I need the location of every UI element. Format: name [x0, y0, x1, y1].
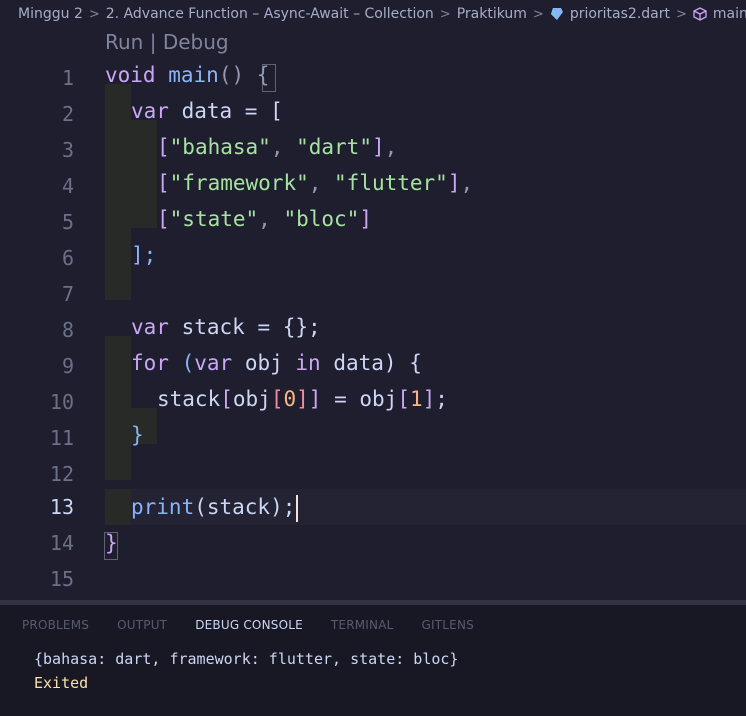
code-line[interactable]: } [131, 417, 144, 453]
code-line[interactable]: ["framework", "flutter"], [157, 165, 473, 201]
code-line-active[interactable]: print(stack); [131, 489, 299, 525]
breadcrumb-file[interactable]: prioritas2.dart [550, 6, 670, 22]
bottom-panel: PROBLEMS OUTPUT DEBUG CONSOLE TERMINAL G… [0, 605, 746, 716]
code-editor[interactable]: Run | Debug 1 2 3 4 5 6 7 8 9 10 11 12 1… [0, 28, 746, 600]
code-line[interactable]: var data = [ [131, 93, 283, 129]
indent-guide [105, 84, 131, 300]
tab-terminal[interactable]: TERMINAL [331, 618, 394, 632]
codelens-run-button[interactable]: Run [105, 30, 143, 54]
code-line[interactable]: var stack = {}; [131, 309, 321, 345]
line-number: 3 [61, 138, 74, 162]
line-number: 7 [61, 282, 74, 306]
tab-output[interactable]: OUTPUT [117, 618, 167, 632]
breadcrumb-separator: > [532, 6, 544, 22]
breadcrumb: Minggu 2 > 2. Advance Function – Async-A… [0, 0, 746, 28]
code-line[interactable]: stack[obj[0]] = obj[1]; [157, 381, 448, 417]
codelens-divider: | [149, 30, 157, 54]
line-number: 12 [49, 462, 74, 486]
code-line[interactable]: void main() { [105, 57, 269, 93]
line-number: 10 [49, 390, 74, 414]
breadcrumb-folder-minggu[interactable]: Minggu 2 [18, 6, 83, 22]
codelens: Run | Debug [105, 30, 229, 54]
line-number: 2 [61, 102, 74, 126]
breadcrumb-folder-advance-function[interactable]: 2. Advance Function – Async-Await – Coll… [106, 6, 434, 22]
indent-guide [105, 336, 131, 480]
tab-gitlens[interactable]: GITLENS [422, 618, 474, 632]
breadcrumb-symbol-label: main [712, 6, 746, 22]
line-number: 14 [49, 531, 74, 555]
code-line[interactable]: ["bahasa", "dart"], [157, 129, 397, 165]
code-line[interactable]: } [105, 525, 118, 561]
breadcrumb-separator: > [88, 6, 100, 22]
console-status-line: Exited [34, 674, 89, 692]
indent-guide [131, 120, 157, 228]
line-number: 9 [61, 354, 74, 378]
method-cube-icon [693, 7, 707, 21]
breadcrumb-separator: > [439, 6, 451, 22]
indent-guide [105, 300, 131, 336]
codelens-debug-button[interactable]: Debug [163, 30, 229, 54]
code-line[interactable]: ]; [131, 237, 156, 273]
indent-guide [105, 489, 131, 525]
text-cursor [296, 494, 299, 522]
line-number: 11 [49, 426, 74, 450]
breadcrumb-file-label: prioritas2.dart [569, 6, 670, 22]
line-number: 4 [61, 174, 74, 198]
breadcrumb-symbol[interactable]: main [693, 6, 746, 22]
tab-debug-console[interactable]: DEBUG CONSOLE [195, 618, 303, 632]
line-number: 15 [49, 567, 74, 591]
line-number-active: 13 [49, 495, 74, 519]
line-number: 1 [61, 66, 74, 90]
debug-console-output[interactable]: {bahasa: dart, framework: flutter, state… [34, 647, 458, 695]
line-number: 6 [61, 246, 74, 270]
line-number: 8 [61, 318, 74, 342]
dart-file-icon [550, 8, 563, 20]
breadcrumb-separator: > [676, 6, 687, 22]
console-output-line: {bahasa: dart, framework: flutter, state… [34, 650, 459, 668]
line-number: 5 [61, 210, 74, 234]
breadcrumb-folder-praktikum[interactable]: Praktikum [457, 6, 527, 22]
code-line[interactable]: ["state", "bloc"] [157, 201, 372, 237]
tab-problems[interactable]: PROBLEMS [22, 618, 89, 632]
code-line[interactable]: for (var obj in data) { [131, 345, 422, 381]
panel-tabs: PROBLEMS OUTPUT DEBUG CONSOLE TERMINAL G… [22, 618, 474, 632]
